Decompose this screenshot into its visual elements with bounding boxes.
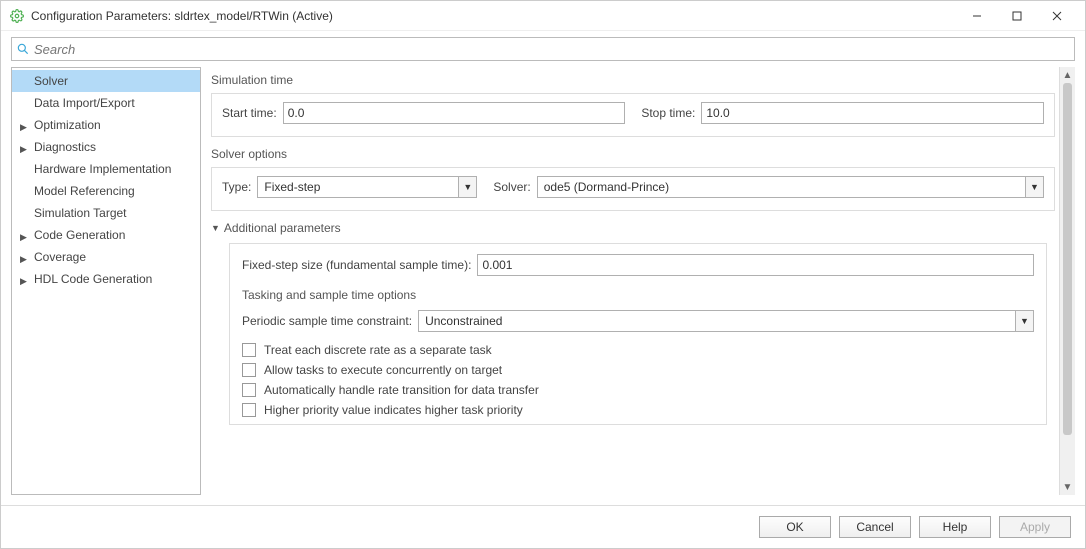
solver-options-group: Type: Fixed-step ▼ Solver: ode5 (Dormand… <box>211 167 1055 211</box>
fixed-step-label: Fixed-step size (fundamental sample time… <box>242 258 471 272</box>
tree-expand-icon: ▶ <box>20 140 27 158</box>
solver-options-title: Solver options <box>211 147 1055 161</box>
cb-concurrent[interactable]: Allow tasks to execute concurrently on t… <box>242 360 1034 380</box>
cb-rate-transition[interactable]: Automatically handle rate transition for… <box>242 380 1034 400</box>
sidebar-item-hdl-code-generation[interactable]: ▶ HDL Code Generation <box>12 268 200 290</box>
constraint-label: Periodic sample time constraint: <box>242 314 412 328</box>
window: Configuration Parameters: sldrtex_model/… <box>0 0 1086 549</box>
close-button[interactable] <box>1037 2 1077 30</box>
solver-dropdown[interactable]: ode5 (Dormand-Prince) ▼ <box>537 176 1044 198</box>
start-time-label: Start time: <box>222 106 277 120</box>
tasking-title: Tasking and sample time options <box>242 288 1034 302</box>
chevron-down-icon: ▼ <box>1025 177 1043 197</box>
titlebar: Configuration Parameters: sldrtex_model/… <box>1 1 1085 31</box>
chevron-down-icon: ▼ <box>1015 311 1033 331</box>
sidebar-item-diagnostics[interactable]: ▶ Diagnostics <box>12 136 200 158</box>
constraint-value: Unconstrained <box>419 311 1015 331</box>
sidebar-item-label: HDL Code Generation <box>34 272 152 286</box>
cb-separate-task[interactable]: Treat each discrete rate as a separate t… <box>242 340 1034 360</box>
stop-time-input[interactable] <box>701 102 1044 124</box>
cb-separate-task-label: Treat each discrete rate as a separate t… <box>264 343 492 357</box>
search-row <box>1 31 1085 67</box>
tree-expand-icon: ▶ <box>20 118 27 136</box>
sidebar-item-coverage[interactable]: ▶ Coverage <box>12 246 200 268</box>
fixed-step-input[interactable] <box>477 254 1034 276</box>
apply-button[interactable]: Apply <box>999 516 1071 538</box>
main-panel: Simulation time Start time: Stop time: S… <box>209 67 1075 495</box>
sidebar-item-label: Optimization <box>34 118 101 132</box>
sidebar-item-label: Diagnostics <box>34 140 96 154</box>
additional-params-group: Fixed-step size (fundamental sample time… <box>229 243 1047 425</box>
tree-expand-icon: ▶ <box>20 272 27 290</box>
sidebar-item-label: Model Referencing <box>34 184 135 198</box>
checkbox-icon <box>242 383 256 397</box>
start-time-input[interactable] <box>283 102 626 124</box>
sidebar-item-label: Coverage <box>34 250 86 264</box>
sidebar-item-solver[interactable]: Solver <box>12 70 200 92</box>
search-icon <box>16 42 30 56</box>
sidebar-item-label: Hardware Implementation <box>34 162 171 176</box>
checkbox-icon <box>242 343 256 357</box>
cb-rate-transition-label: Automatically handle rate transition for… <box>264 383 539 397</box>
minimize-button[interactable] <box>957 2 997 30</box>
main-scroll: Simulation time Start time: Stop time: S… <box>209 67 1059 495</box>
help-button[interactable]: Help <box>919 516 991 538</box>
app-icon <box>9 8 25 24</box>
sim-time-group: Start time: Stop time: <box>211 93 1055 137</box>
checkbox-icon <box>242 403 256 417</box>
sidebar-item-model-referencing[interactable]: Model Referencing <box>12 180 200 202</box>
solver-value: ode5 (Dormand-Prince) <box>538 177 1025 197</box>
tree-expand-icon: ▶ <box>20 228 27 246</box>
cb-priority-label: Higher priority value indicates higher t… <box>264 403 523 417</box>
window-title: Configuration Parameters: sldrtex_model/… <box>31 9 957 23</box>
sidebar-item-label: Data Import/Export <box>34 96 135 110</box>
tree-expand-icon: ▶ <box>20 250 27 268</box>
chevron-down-icon: ▼ <box>458 177 476 197</box>
sidebar-item-label: Simulation Target <box>34 206 127 220</box>
sidebar-item-hardware-implementation[interactable]: Hardware Implementation <box>12 158 200 180</box>
type-value: Fixed-step <box>258 177 458 197</box>
search-box[interactable] <box>11 37 1075 61</box>
sidebar-item-code-generation[interactable]: ▶ Code Generation <box>12 224 200 246</box>
vertical-scrollbar[interactable]: ▲ ▼ <box>1059 67 1075 495</box>
sidebar-item-simulation-target[interactable]: Simulation Target <box>12 202 200 224</box>
checkbox-icon <box>242 363 256 377</box>
type-label: Type: <box>222 180 251 194</box>
scroll-up-icon: ▲ <box>1060 67 1075 83</box>
footer: OK Cancel Help Apply <box>1 505 1085 548</box>
nav-sidebar[interactable]: Solver Data Import/Export ▶ Optimization ▶ Di… <box>11 67 201 495</box>
sidebar-item-label: Solver <box>34 74 68 88</box>
titlebar-buttons <box>957 2 1077 30</box>
sidebar-item-label: Code Generation <box>34 228 125 242</box>
ok-button[interactable]: OK <box>759 516 831 538</box>
scroll-down-icon: ▼ <box>1060 479 1075 495</box>
constraint-dropdown[interactable]: Unconstrained ▼ <box>418 310 1034 332</box>
cancel-button[interactable]: Cancel <box>839 516 911 538</box>
sidebar-item-optimization[interactable]: ▶ Optimization <box>12 114 200 136</box>
type-dropdown[interactable]: Fixed-step ▼ <box>257 176 477 198</box>
content-area: Solver Data Import/Export ▶ Optimization ▶ Di… <box>1 67 1085 505</box>
sim-time-title: Simulation time <box>211 73 1055 87</box>
cb-concurrent-label: Allow tasks to execute concurrently on t… <box>264 363 502 377</box>
additional-params-title: Additional parameters <box>224 221 341 235</box>
cb-priority[interactable]: Higher priority value indicates higher t… <box>242 400 1034 420</box>
maximize-button[interactable] <box>997 2 1037 30</box>
additional-params-toggle[interactable]: ▼ Additional parameters <box>211 221 1055 235</box>
solver-label: Solver: <box>493 180 530 194</box>
scrollbar-thumb[interactable] <box>1063 83 1072 435</box>
search-input[interactable] <box>34 42 1070 57</box>
sidebar-item-data-import-export[interactable]: Data Import/Export <box>12 92 200 114</box>
collapse-triangle-icon: ▼ <box>211 223 220 233</box>
stop-time-label: Stop time: <box>641 106 695 120</box>
